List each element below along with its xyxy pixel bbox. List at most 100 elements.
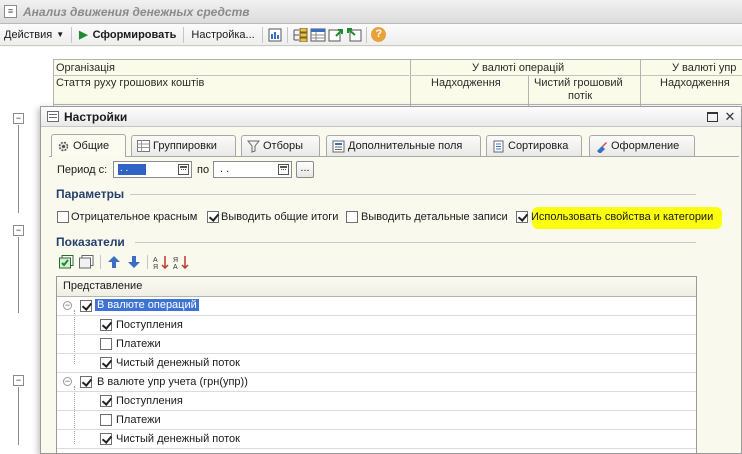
collapse-group-icon[interactable]: −: [13, 113, 24, 124]
row-label: Чистый денежный поток: [116, 433, 240, 445]
report-icon[interactable]: [266, 26, 284, 44]
grid-row-group-operations[interactable]: − В валюте операций: [57, 297, 696, 316]
row-checkbox[interactable]: [100, 338, 112, 350]
tree-structure-icon[interactable]: [291, 26, 309, 44]
grid-row[interactable]: Платежи: [57, 335, 696, 354]
import-icon[interactable]: [345, 26, 363, 44]
toolbar-separator: [183, 26, 185, 43]
tab-filters-label: Отборы: [263, 140, 304, 152]
collapse-group-icon[interactable]: −: [13, 375, 24, 386]
row-checkbox[interactable]: [100, 433, 112, 445]
negative-red-checkbox[interactable]: [57, 211, 69, 223]
period-select-button[interactable]: ...: [296, 161, 314, 178]
show-totals-checkbox[interactable]: [207, 211, 219, 223]
calendar-icon[interactable]: [178, 164, 189, 175]
actions-menu-button[interactable]: Действия ▼: [0, 26, 68, 44]
period-from-field[interactable]: . .: [113, 161, 192, 178]
collapse-toggle-icon[interactable]: −: [63, 301, 72, 310]
report-header-mgmt-currency: У валюті упр: [672, 62, 737, 74]
grid-row[interactable]: Чистый денежный поток: [57, 430, 696, 449]
close-icon[interactable]: ✕: [723, 110, 737, 124]
check-all-icon[interactable]: [57, 253, 77, 271]
tab-groupings[interactable]: Группировки: [131, 135, 236, 156]
toolbar-separator: [261, 26, 263, 43]
row-checkbox[interactable]: [80, 300, 92, 312]
tab-sorting-label: Сортировка: [508, 140, 569, 152]
calendar-icon[interactable]: [278, 164, 289, 175]
main-window-title: Анализ движения денежных средств: [23, 5, 250, 19]
period-from-value: . .: [118, 164, 146, 175]
svg-text:A: A: [173, 264, 178, 270]
generate-button[interactable]: ▶ Сформировать: [75, 26, 180, 44]
period-to-label: по: [197, 164, 210, 176]
row-label: В валюте операций: [95, 299, 199, 311]
section-divider: [130, 194, 696, 195]
period-to-field[interactable]: . .: [213, 161, 292, 178]
main-window-titlebar: ≡ Анализ движения денежных средств: [0, 0, 742, 24]
collapse-group-icon[interactable]: −: [13, 225, 24, 236]
grid-row-group-mgmt[interactable]: − В валюте упр учета (грн(упр)): [57, 373, 696, 392]
row-checkbox[interactable]: [100, 414, 112, 426]
tab-additional-fields[interactable]: Дополнительные поля: [326, 135, 481, 156]
report-header-net-flow-2: потік: [568, 90, 593, 102]
header-divider: [640, 60, 641, 106]
tab-sorting[interactable]: Сортировка: [486, 135, 582, 156]
row-checkbox[interactable]: [100, 395, 112, 407]
table-view-icon[interactable]: [309, 26, 327, 44]
svg-text:Я: Я: [173, 257, 178, 264]
settings-button[interactable]: Настройка...: [187, 26, 258, 44]
report-header: Організація Стаття руху грошових коштів …: [54, 59, 742, 106]
tab-groupings-label: Группировки: [153, 140, 217, 152]
actions-label: Действия: [4, 28, 53, 41]
parameters-section-title: Параметры: [56, 187, 125, 201]
row-checkbox[interactable]: [100, 357, 112, 369]
toolbar-separator: [100, 255, 101, 269]
dropdown-arrow-icon: ▼: [56, 30, 65, 39]
uncheck-all-icon[interactable]: [77, 253, 97, 271]
header-divider: [410, 75, 742, 76]
move-down-icon[interactable]: [124, 253, 144, 271]
report-header-operation-currency: У валюті операцій: [472, 62, 565, 74]
negative-red-label: Отрицательное красным: [71, 211, 198, 223]
row-label: Платежи: [116, 338, 161, 350]
table-icon: [136, 140, 150, 153]
maximize-icon[interactable]: [705, 110, 719, 124]
run-arrow-icon: ▶: [79, 29, 88, 41]
tab-additional-fields-label: Дополнительные поля: [348, 140, 463, 152]
indicators-section-title: Показатели: [56, 235, 125, 249]
grid-row[interactable]: Платежи: [57, 411, 696, 430]
row-checkbox[interactable]: [100, 319, 112, 331]
group-line: [18, 237, 19, 313]
header-divider: [528, 75, 529, 106]
row-label: В валюте упр учета (грн(упр)): [97, 376, 248, 388]
tab-filters[interactable]: Отборы: [241, 135, 320, 156]
period-to-value: . .: [220, 163, 230, 175]
tab-appearance[interactable]: Оформление: [589, 135, 695, 156]
group-line: [18, 399, 19, 445]
help-label: ?: [371, 27, 387, 42]
main-toolbar: Действия ▼ ▶ Сформировать Настройка... ?: [0, 24, 742, 46]
row-label: Поступления: [116, 395, 183, 407]
section-divider: [135, 242, 696, 243]
help-icon[interactable]: ?: [370, 26, 388, 44]
row-checkbox[interactable]: [80, 376, 92, 388]
move-up-icon[interactable]: [104, 253, 124, 271]
header-divider: [54, 75, 409, 76]
grid-row[interactable]: Чистый денежный поток: [57, 354, 696, 373]
use-properties-checkbox[interactable]: [516, 211, 528, 223]
row-label: Чистый денежный поток: [116, 357, 240, 369]
report-header-receipts: Надходження: [431, 77, 501, 89]
use-properties-label: Использовать свойства и категории: [531, 211, 714, 223]
list-icon: [331, 140, 345, 153]
grid-row[interactable]: Поступления: [57, 392, 696, 411]
sort-descending-icon[interactable]: ЯA: [171, 253, 191, 271]
sort-ascending-icon[interactable]: AЯ: [151, 253, 171, 271]
header-divider: [410, 60, 411, 106]
collapse-toggle-icon[interactable]: −: [63, 377, 72, 386]
export-icon[interactable]: [327, 26, 345, 44]
period-from-label: Период с:: [57, 164, 108, 176]
settings-dialog-title: Настройки: [64, 110, 128, 124]
grid-row[interactable]: Поступления: [57, 316, 696, 335]
tab-general[interactable]: Общие: [51, 134, 126, 157]
show-details-checkbox[interactable]: [346, 211, 358, 223]
